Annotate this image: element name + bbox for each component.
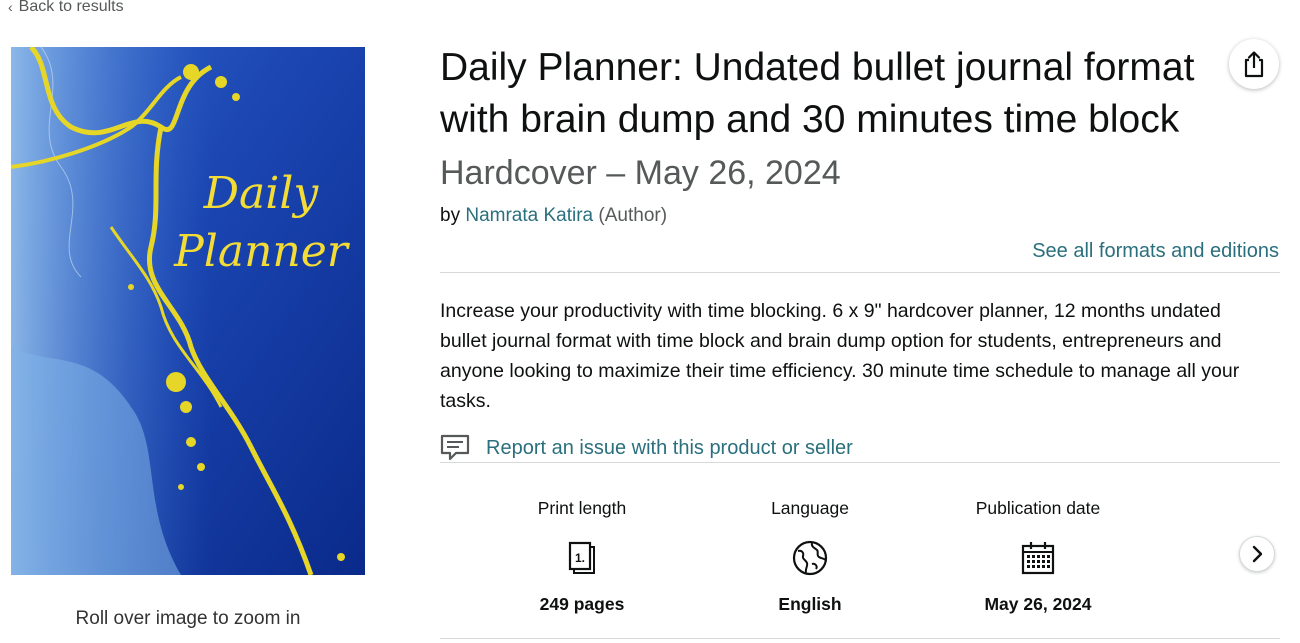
author-link[interactable]: Namrata Katira	[465, 205, 593, 226]
product-description: Increase your productivity with time blo…	[440, 300, 1240, 412]
product-title: Daily Planner: Undated bullet journal fo…	[440, 42, 1230, 199]
share-icon	[1244, 51, 1264, 78]
cover-title-line1: Daily	[203, 168, 319, 219]
cover-title: Daily Planner	[171, 165, 351, 281]
speech-bubble-icon	[440, 434, 470, 461]
back-to-results-link[interactable]: ‹ Back to results	[8, 0, 124, 16]
calendar-icon	[1021, 542, 1055, 575]
attribute-value: English	[778, 594, 842, 614]
product-binding: Hardcover – May 26, 2024	[440, 154, 841, 192]
by-label: by	[440, 205, 461, 226]
attribute-label: Publication date	[975, 498, 1101, 518]
attribute-value: 249 pages	[539, 594, 625, 614]
book-pages-icon: 1.	[568, 541, 595, 574]
cover-artwork	[11, 47, 365, 575]
attribute-label: Language	[771, 498, 849, 518]
zoom-hint: Roll over image to zoom in	[75, 608, 301, 629]
chevron-left-icon: ‹	[8, 0, 13, 15]
attribute-publication-date: Publication date May 26, 2024	[938, 498, 1138, 615]
byline: by Namrata Katira (Author)	[440, 205, 667, 227]
divider	[440, 272, 1280, 273]
svg-text:1.: 1.	[575, 551, 585, 565]
author-role: (Author)	[598, 205, 668, 226]
attribute-label: Print length	[537, 498, 627, 518]
chevron-right-icon	[1252, 545, 1263, 563]
attribute-print-length: Print length 1. 249 pages	[482, 498, 682, 615]
globe-icon	[792, 540, 828, 576]
attribute-value: May 26, 2024	[984, 594, 1092, 614]
cover-title-line2: Planner	[174, 226, 348, 277]
product-cover-image[interactable]: Daily Planner	[11, 47, 365, 575]
attributes-next-button[interactable]	[1239, 536, 1275, 572]
report-issue-link[interactable]: Report an issue with this product or sel…	[440, 434, 853, 462]
divider	[440, 462, 1280, 463]
share-button[interactable]	[1229, 39, 1279, 89]
product-title-text: Daily Planner: Undated bullet journal fo…	[440, 46, 1195, 141]
report-issue-label: Report an issue with this product or sel…	[486, 436, 853, 459]
divider	[440, 638, 1280, 639]
see-all-formats-link[interactable]: See all formats and editions	[1032, 240, 1279, 263]
back-to-results-label: Back to results	[18, 0, 124, 15]
attribute-language: Language English	[710, 498, 910, 615]
